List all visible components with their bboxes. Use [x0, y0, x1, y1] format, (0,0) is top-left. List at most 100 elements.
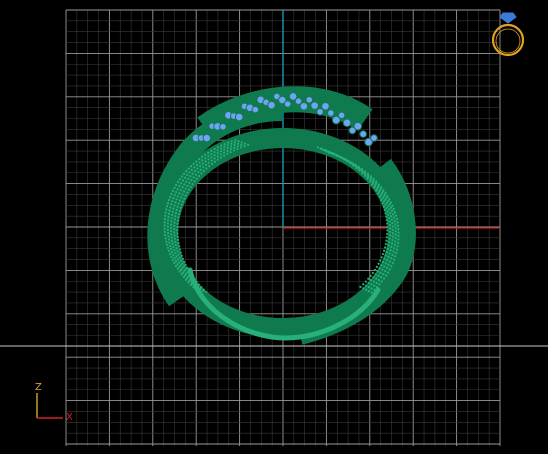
pave-dot	[170, 236, 173, 239]
ring-band-icon	[491, 23, 525, 57]
pave-dot	[233, 141, 237, 144]
pave-dot	[170, 192, 173, 195]
pave-dot	[179, 259, 183, 262]
pave-dot	[382, 249, 386, 252]
ring-view-icon[interactable]	[491, 12, 525, 57]
pave-dot	[187, 269, 190, 272]
pave-dot	[173, 224, 176, 227]
pave-dot	[164, 214, 167, 217]
pave-dot	[172, 245, 175, 249]
pave-dot	[175, 183, 178, 187]
pave-dot	[389, 249, 392, 252]
pave-dot	[384, 203, 387, 206]
pave-dot	[352, 164, 355, 167]
pave-dot	[390, 245, 393, 248]
pave-dot	[187, 167, 190, 170]
pave-dot	[384, 212, 387, 215]
pave-dot	[190, 168, 193, 171]
pave-dot	[378, 267, 381, 270]
gemstone	[202, 133, 212, 143]
pave-dot	[363, 174, 367, 178]
pave-dot	[332, 152, 335, 155]
gemstone	[310, 101, 319, 110]
pave-dot	[392, 216, 396, 219]
pave-dot	[192, 176, 195, 179]
pave-dot	[183, 197, 186, 200]
gemstone	[359, 130, 368, 138]
pave-dot	[385, 206, 388, 210]
pave-dot	[207, 161, 210, 164]
pave-dot	[243, 142, 247, 145]
pave-dot	[230, 142, 233, 145]
pave-dot	[397, 238, 400, 241]
pave-dot	[386, 225, 389, 229]
pave-dot	[391, 228, 395, 231]
pave-dot	[375, 265, 378, 268]
pave-dot	[174, 252, 177, 255]
pave-dot	[391, 221, 394, 225]
pave-dot	[189, 283, 192, 286]
pave-dot	[381, 268, 384, 271]
pave-dot	[165, 240, 168, 243]
pave-dot	[396, 245, 399, 248]
pave-dot	[164, 211, 167, 214]
pave-dot	[219, 153, 223, 156]
pave-dot	[383, 246, 387, 249]
pave-dot	[176, 235, 179, 238]
pave-dot	[388, 223, 392, 227]
pave-dot	[394, 230, 397, 233]
pave-dot	[391, 209, 394, 212]
pave-dot	[170, 233, 173, 236]
pave-dot	[388, 234, 392, 237]
pave-dot	[397, 234, 400, 238]
pave-dot	[164, 233, 167, 237]
pave-dot	[394, 240, 397, 243]
gemstone	[316, 107, 324, 116]
gemstone	[267, 100, 276, 110]
pave-dot	[387, 244, 390, 247]
pave-dot	[166, 201, 170, 205]
viewport-canvas[interactable]: Z X	[0, 0, 548, 454]
gemstone	[234, 112, 244, 122]
pave-dot	[169, 244, 172, 247]
3d-viewport[interactable]: Z X	[0, 0, 548, 454]
gemstone	[353, 121, 363, 131]
pave-dot	[229, 148, 232, 151]
pave-dot	[391, 253, 394, 257]
pave-dot	[385, 251, 388, 254]
pave-dot	[358, 169, 361, 172]
pave-dot	[174, 201, 177, 204]
pave-dot	[391, 225, 394, 228]
pave-dot	[196, 167, 199, 170]
pave-dot	[187, 281, 190, 284]
pave-dot	[383, 208, 386, 212]
pave-dot	[213, 154, 216, 157]
pave-dot	[376, 192, 380, 195]
pave-dot	[396, 224, 400, 227]
pave-dot	[394, 214, 398, 217]
pave-dot	[390, 265, 393, 268]
pave-dot	[179, 189, 182, 192]
pave-dot	[166, 222, 169, 225]
pave-dot	[219, 147, 223, 150]
pave-dot	[190, 179, 193, 182]
pave-dot	[166, 228, 169, 231]
pave-dot	[216, 149, 219, 152]
pave-dot	[220, 144, 223, 147]
pave-dot	[394, 226, 397, 229]
pave-dot	[195, 163, 199, 166]
pave-dot	[166, 246, 170, 249]
pave-dot	[172, 207, 175, 210]
pave-dot	[385, 201, 388, 205]
pave-dot	[182, 190, 186, 193]
pave-dot	[171, 242, 174, 245]
pave-dot	[170, 203, 173, 206]
pave-dot	[223, 148, 226, 151]
pave-dot	[176, 180, 180, 184]
pave-dot	[370, 279, 373, 282]
pave-dot	[379, 259, 382, 262]
pave-dot	[232, 149, 236, 152]
pave-dot	[175, 208, 178, 211]
pave-dot	[178, 248, 181, 251]
pave-dot	[205, 290, 208, 294]
